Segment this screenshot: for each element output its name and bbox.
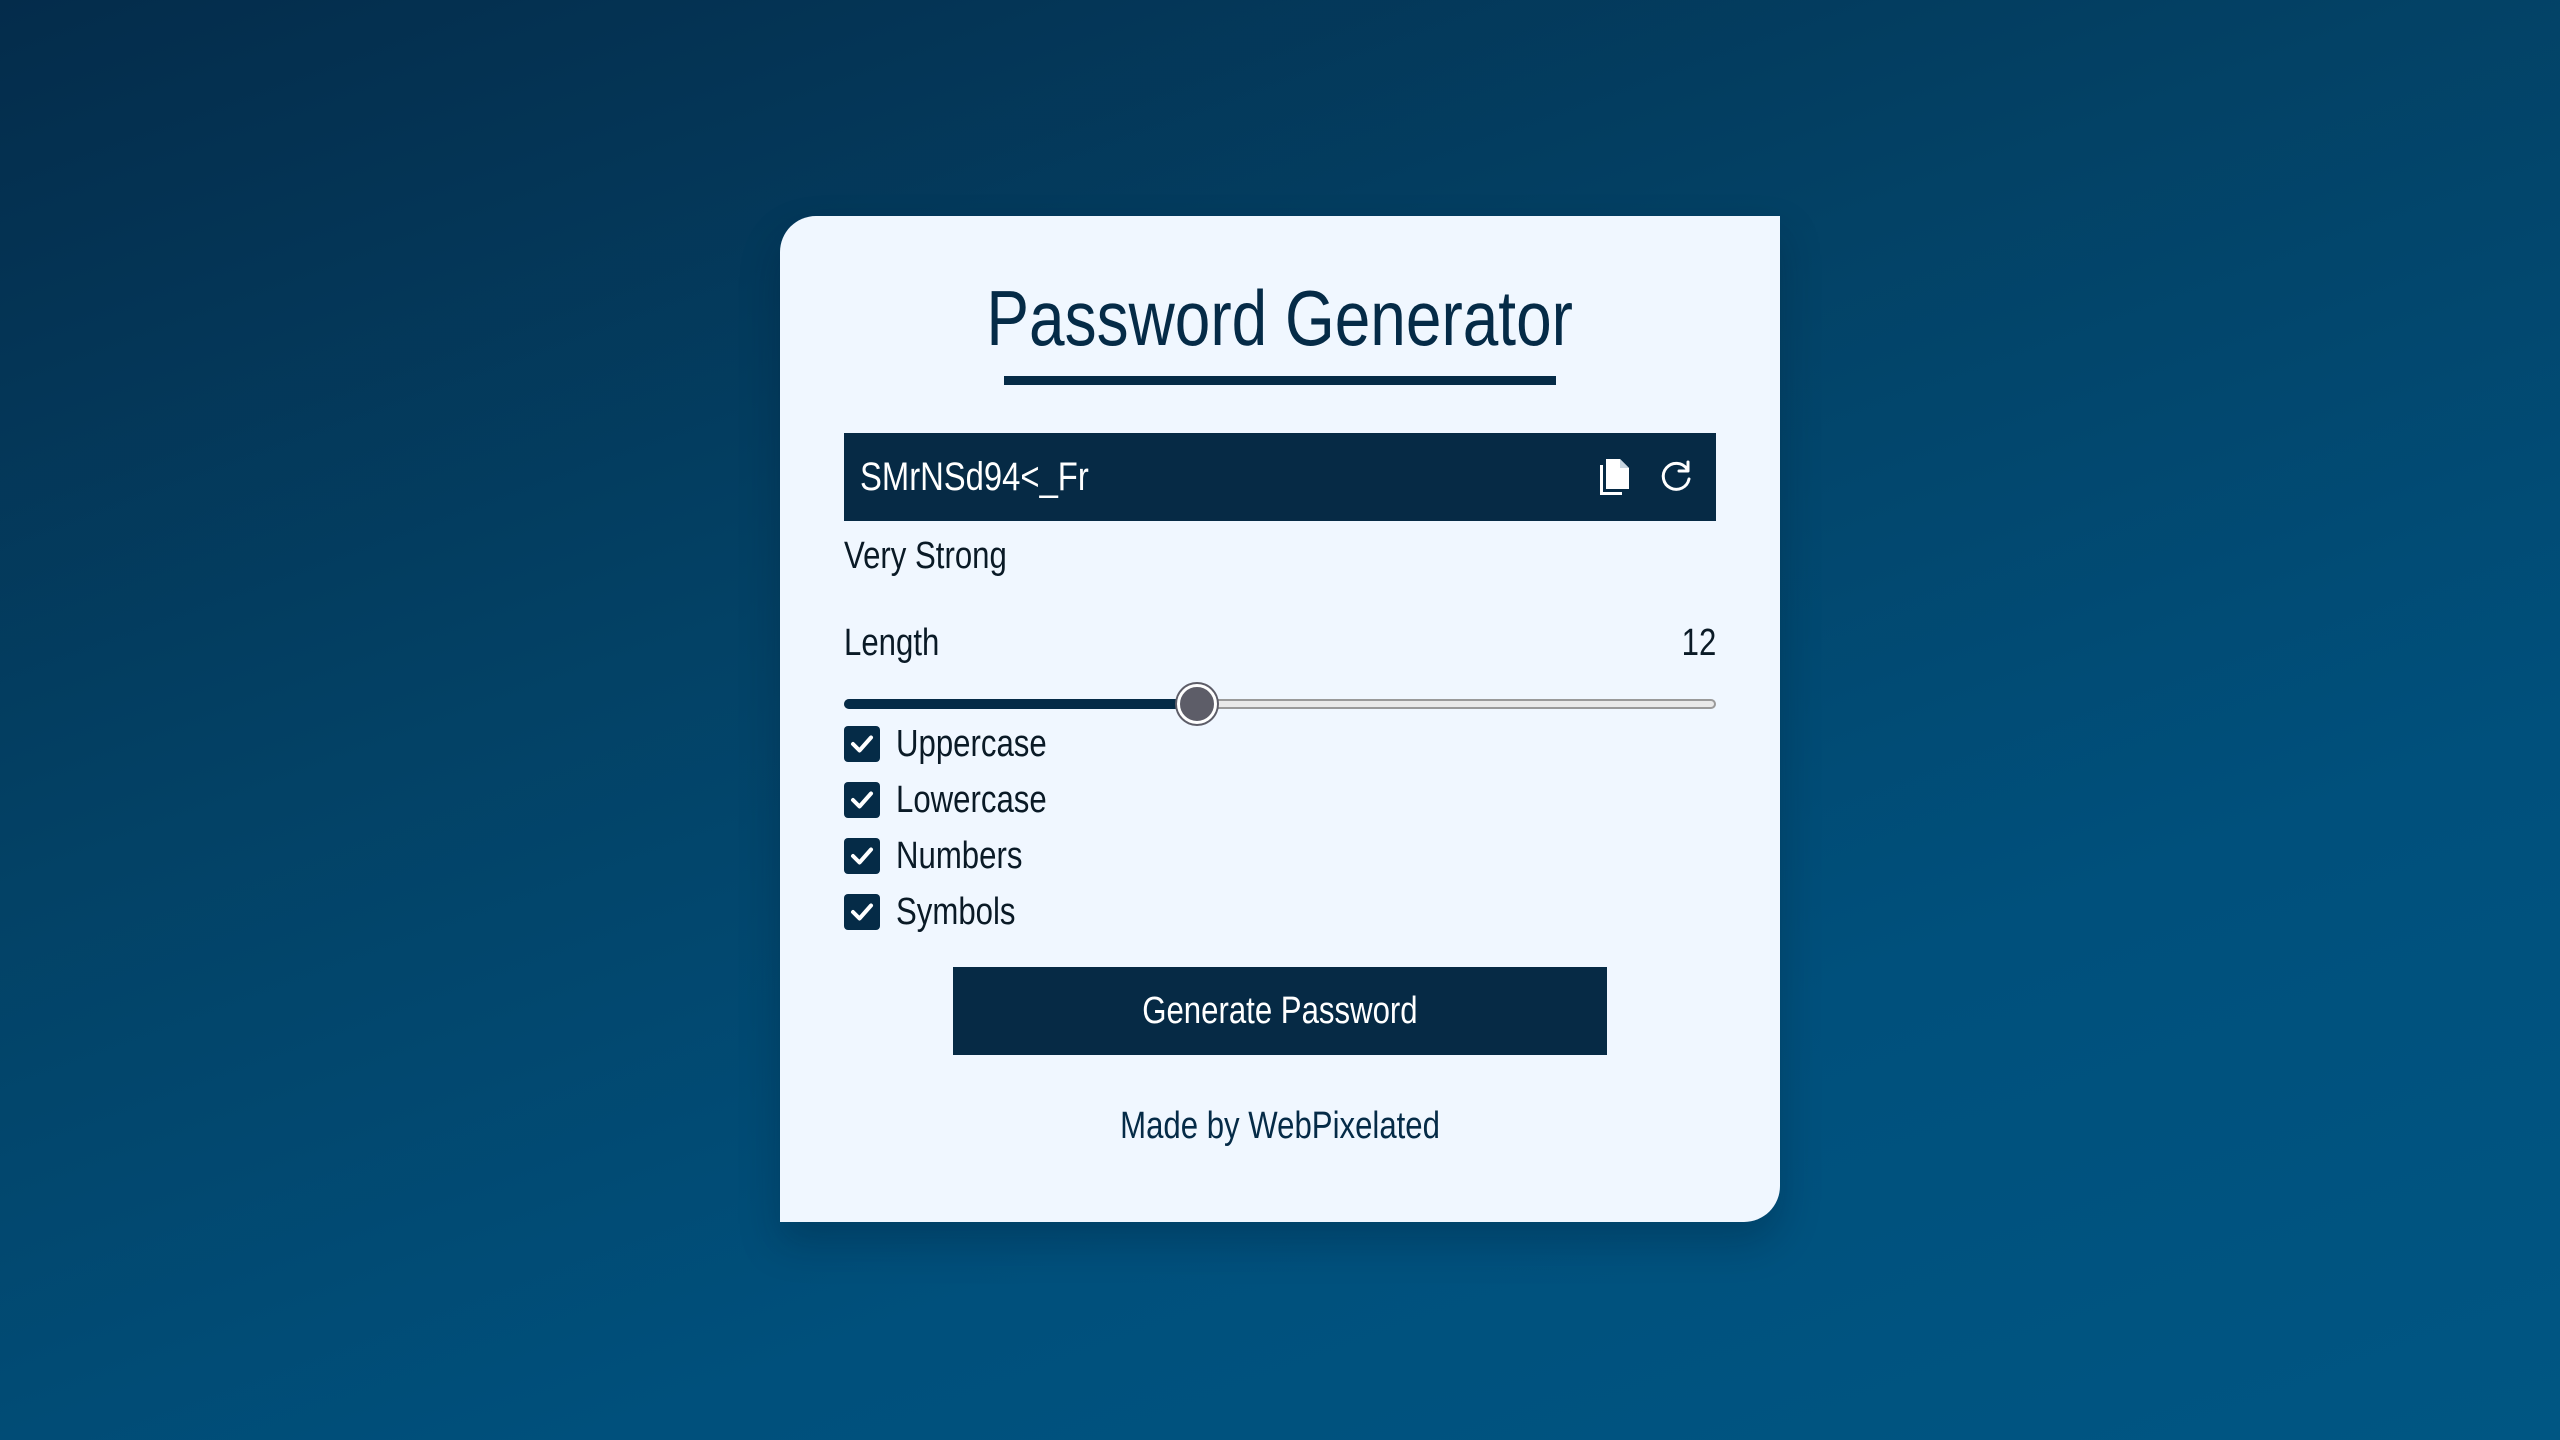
check-icon [851, 847, 873, 865]
strength-label: Very Strong [844, 535, 1007, 577]
copy-icon-svg [1600, 459, 1629, 495]
slider-thumb[interactable] [1177, 684, 1218, 724]
symbols-checkbox[interactable] [844, 894, 880, 930]
option-symbols[interactable]: Symbols [844, 884, 1080, 940]
uppercase-checkbox[interactable] [844, 726, 880, 762]
copy-icon[interactable] [1590, 453, 1638, 501]
title-wrap: Password Generator [780, 274, 1780, 370]
password-generator-card: Password Generator SMrNSd94<_Fr Very Str… [780, 216, 1780, 1222]
options-list: Uppercase Lowercase Numbers Symbols [844, 716, 1080, 940]
title-underline [1004, 376, 1556, 385]
refresh-icon-svg [1661, 460, 1691, 491]
page-title: Password Generator [986, 274, 1574, 362]
credit-text: Made by WebPixelated [1120, 1105, 1440, 1147]
length-row: Length 12 [844, 613, 1716, 673]
refresh-icon[interactable] [1652, 453, 1700, 501]
length-value: 12 [1681, 622, 1716, 664]
slider-fill [844, 699, 1198, 709]
check-icon [851, 903, 873, 921]
generate-password-label: Generate Password [1142, 989, 1418, 1032]
lowercase-label: Lowercase [896, 778, 1047, 821]
symbols-label: Symbols [896, 890, 1016, 933]
option-uppercase[interactable]: Uppercase [844, 716, 1080, 772]
footer-credit: Made by WebPixelated [780, 1096, 1780, 1156]
generate-password-button[interactable]: Generate Password [953, 967, 1607, 1055]
password-output[interactable]: SMrNSd94<_Fr [860, 455, 1447, 500]
uppercase-label: Uppercase [896, 722, 1047, 765]
numbers-label: Numbers [896, 834, 1023, 877]
password-display: SMrNSd94<_Fr [844, 433, 1716, 521]
length-label: Length [844, 622, 940, 664]
option-numbers[interactable]: Numbers [844, 828, 1080, 884]
check-icon [851, 791, 873, 809]
option-lowercase[interactable]: Lowercase [844, 772, 1080, 828]
lowercase-checkbox[interactable] [844, 782, 880, 818]
numbers-checkbox[interactable] [844, 838, 880, 874]
check-icon [851, 735, 873, 753]
